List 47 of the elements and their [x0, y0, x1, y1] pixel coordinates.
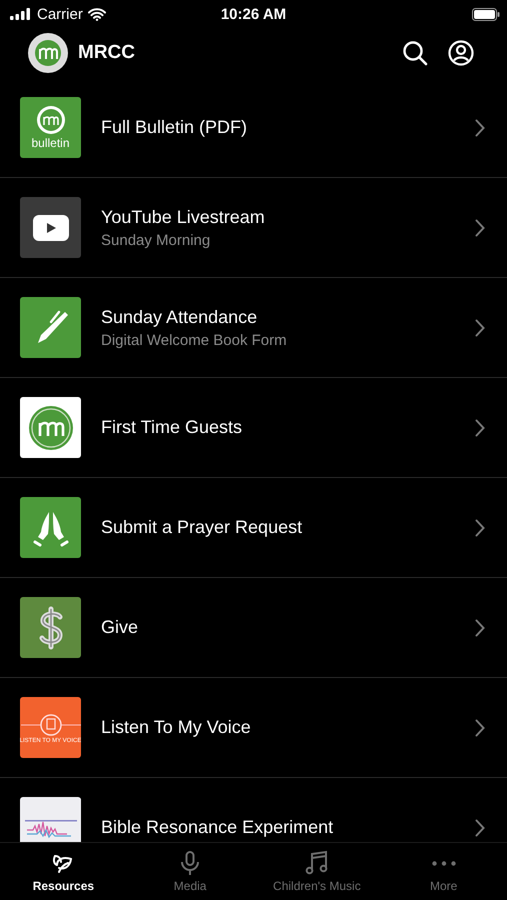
tab[interactable]: More [380, 843, 507, 900]
chevron-icon [475, 818, 485, 836]
chevron-icon [475, 118, 485, 136]
logo-icon [28, 33, 68, 73]
status-time: 10:26 AM [220, 6, 286, 22]
phone-emblem-icon [20, 712, 80, 738]
pen-thumbnail [20, 297, 81, 358]
search-icon[interactable] [402, 40, 428, 66]
item-title: YouTube Livestream [101, 206, 266, 228]
item-title: Bible Resonance Experiment [101, 817, 334, 838]
battery-icon [472, 8, 500, 20]
video-thumbnail [20, 197, 81, 258]
chevron-icon [475, 618, 485, 636]
praying-hands-thumbnail [20, 497, 81, 558]
chevron-icon [475, 418, 485, 436]
list-item[interactable]: Sunday Attendance Digital Welcome Book Form [0, 278, 507, 378]
item-title: Full Bulletin (PDF) [101, 117, 248, 138]
chevron-icon [475, 218, 485, 236]
chevron-icon [475, 318, 485, 336]
tab[interactable]: Children's Music [254, 843, 380, 900]
item-subtitle: Digital Welcome Book Form [101, 332, 288, 348]
item-subtitle: Sunday Morning [101, 232, 212, 248]
more-icon [432, 860, 456, 866]
profile-icon[interactable] [448, 40, 474, 66]
item-title: Listen To My Voice [101, 717, 252, 738]
item-title: Give [101, 617, 140, 638]
wifi-icon [88, 8, 106, 20]
chevron-icon [475, 518, 485, 536]
item-title: Sunday Attendance [101, 306, 258, 328]
tab[interactable]: Media [126, 843, 254, 900]
dollar-thumbnail [20, 597, 81, 658]
item-title: First Time Guests [101, 417, 244, 438]
music-note-icon [304, 850, 330, 876]
list-item[interactable]: bulletin Full Bulletin (PDF) [0, 78, 507, 178]
tab[interactable]: Resources [0, 843, 127, 900]
logo-thumbnail [20, 397, 81, 458]
app-title: MRCC [78, 42, 135, 64]
list-item[interactable]: First Time Guests [0, 378, 507, 478]
list-item[interactable]: Submit a Prayer Request [0, 478, 507, 578]
item-title: Submit a Prayer Request [101, 517, 304, 538]
signal-icon [10, 8, 32, 20]
carrier-name: Carrier [37, 6, 83, 22]
chevron-icon [475, 718, 485, 736]
list-item[interactable]: Give [0, 578, 507, 678]
thumbnail-caption: bulletin [31, 136, 70, 150]
list-item[interactable]: YouTube Livestream Sunday Morning [0, 178, 507, 278]
logo-icon [36, 105, 66, 135]
